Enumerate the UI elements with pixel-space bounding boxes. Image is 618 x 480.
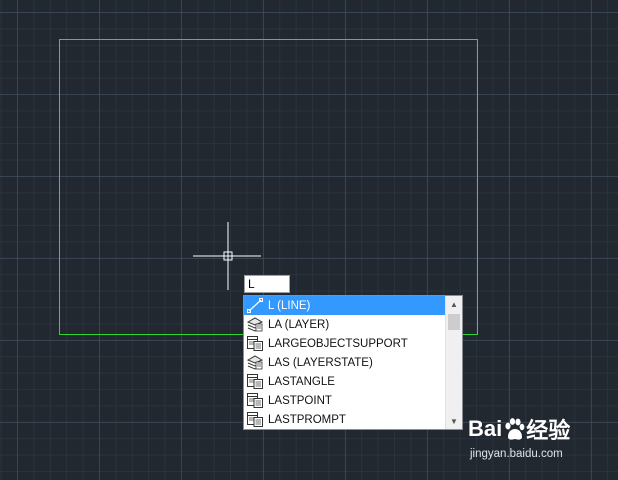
autocomplete-items: L (LINE) LA (LAYER) LARGEOBJECTSUPPORT LAS … xyxy=(244,296,445,429)
baidu-jingyan-watermark: Bai 经验 jingyan.baidu.com xyxy=(468,412,614,472)
autocomplete-item[interactable]: LASTPOINT xyxy=(244,391,445,410)
autocomplete-item-label: LAS (LAYERSTATE) xyxy=(268,356,373,369)
autocomplete-item[interactable]: LARGEOBJECTSUPPORT xyxy=(244,334,445,353)
system-variable-icon xyxy=(246,373,264,390)
autocomplete-scrollbar[interactable]: ▲ ▼ xyxy=(445,296,462,429)
autocomplete-item-label: LASTPOINT xyxy=(268,394,332,407)
watermark-site: jingyan.baidu.com xyxy=(470,448,563,460)
scroll-down-icon[interactable]: ▼ xyxy=(446,413,462,429)
layer-icon xyxy=(246,316,264,333)
layer-icon xyxy=(246,354,264,371)
paw-logo-icon xyxy=(505,418,525,440)
autocomplete-item-label: L (LINE) xyxy=(268,299,311,312)
command-autocomplete-list[interactable]: L (LINE) LA (LAYER) LARGEOBJECTSUPPORT LAS … xyxy=(243,295,463,430)
autocomplete-item-label: LARGEOBJECTSUPPORT xyxy=(268,337,408,350)
scroll-up-icon[interactable]: ▲ xyxy=(446,296,462,312)
watermark-brand: Bai 经验 xyxy=(468,412,614,446)
autocomplete-item[interactable]: LASTPROMPT xyxy=(244,410,445,429)
autocomplete-item-label: LASTPROMPT xyxy=(268,413,346,426)
system-variable-icon xyxy=(246,411,264,428)
autocomplete-item[interactable]: L (LINE) xyxy=(244,296,445,315)
system-variable-icon xyxy=(246,392,264,409)
autocomplete-item-label: LASTANGLE xyxy=(268,375,335,388)
watermark-brand-right: 经验 xyxy=(526,418,571,443)
autocomplete-item[interactable]: LAS (LAYERSTATE) xyxy=(244,353,445,372)
autocomplete-item-label: LA (LAYER) xyxy=(268,318,330,331)
watermark-brand-left: Bai xyxy=(468,416,503,441)
system-variable-icon xyxy=(246,335,264,352)
autocomplete-item[interactable]: LA (LAYER) xyxy=(244,315,445,334)
line-icon xyxy=(246,297,264,314)
dynamic-command-input[interactable]: L xyxy=(244,275,290,293)
autocomplete-item[interactable]: LASTANGLE xyxy=(244,372,445,391)
scroll-thumb[interactable] xyxy=(448,314,460,330)
